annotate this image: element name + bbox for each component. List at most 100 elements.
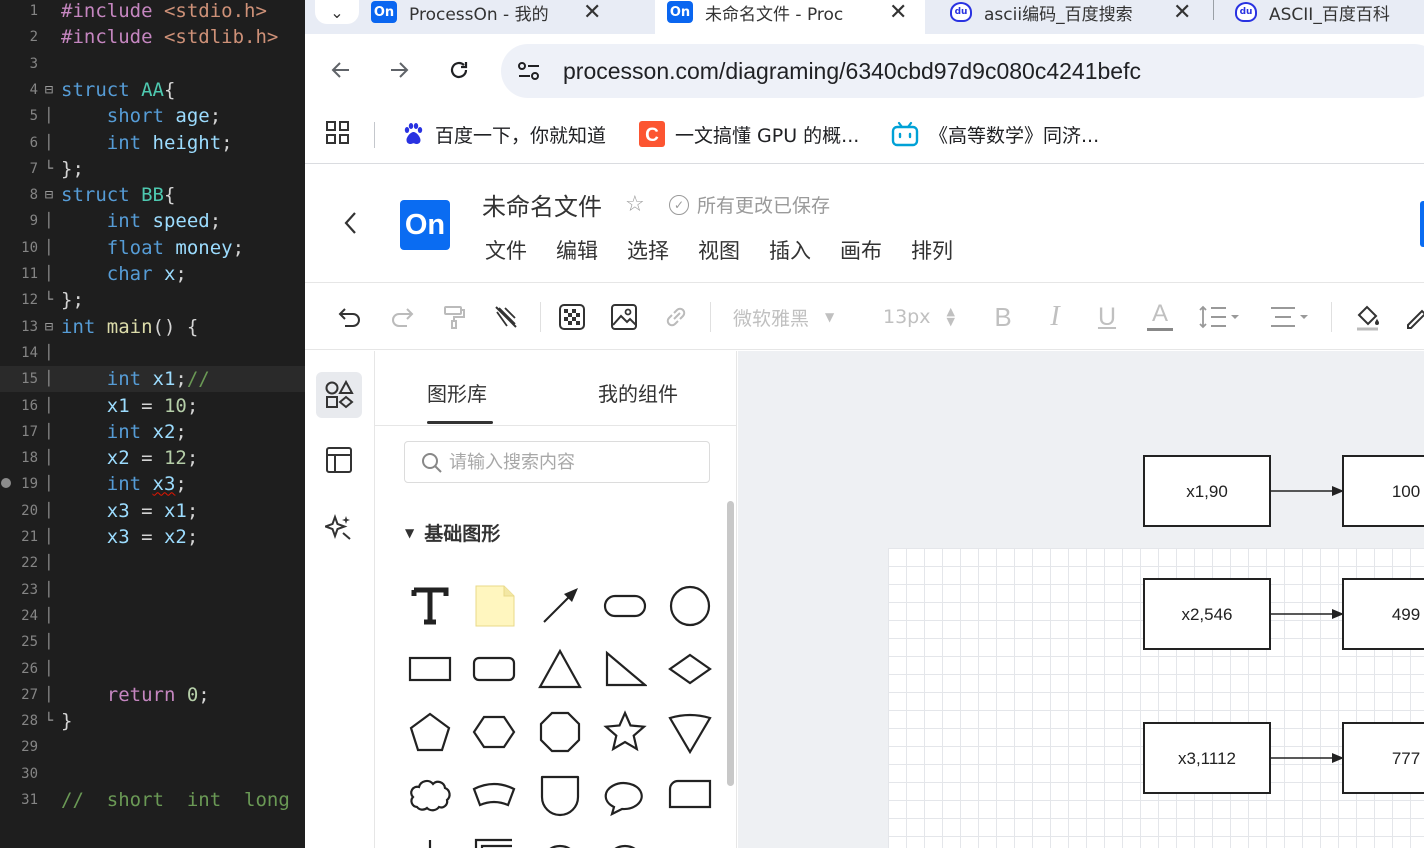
fold-marker-icon[interactable]: ⊟ bbox=[40, 314, 58, 340]
code-line[interactable]: 7 └}; bbox=[0, 156, 305, 182]
code-line[interactable]: 6 │ int height; bbox=[0, 130, 305, 156]
triangle-shape-icon[interactable] bbox=[535, 644, 585, 694]
code-line[interactable]: 3 bbox=[0, 51, 305, 77]
diagram-box[interactable]: 100 bbox=[1342, 455, 1424, 527]
bookmark-math-course[interactable]: 《高等数学》同济... bbox=[891, 120, 1099, 148]
code-line[interactable]: 27 │ return 0; bbox=[0, 682, 305, 708]
code-line[interactable]: 20 │ x3 = x1; bbox=[0, 498, 305, 524]
close-icon[interactable]: ✕ bbox=[1173, 0, 1191, 25]
tab-processon-home[interactable]: On ProcessOn - 我的 ✕ bbox=[371, 0, 641, 34]
tab-shape-library[interactable]: 图形库 bbox=[427, 378, 487, 407]
note-shape-icon[interactable] bbox=[469, 581, 519, 631]
breakpoint-dot[interactable] bbox=[1, 478, 11, 488]
tab-ascii-baike[interactable]: du ASCII_百度百科 bbox=[1235, 0, 1424, 34]
octagon-shape-icon[interactable] bbox=[535, 707, 585, 757]
format-painter-icon[interactable] bbox=[439, 301, 469, 333]
bookmark-baidu[interactable]: 百度一下，你就知道 bbox=[401, 120, 606, 148]
template-layout-icon[interactable] bbox=[316, 437, 362, 483]
code-line[interactable]: 22 │ bbox=[0, 550, 305, 576]
menu-select[interactable]: 选择 bbox=[627, 235, 669, 265]
pen-icon[interactable] bbox=[1403, 301, 1424, 333]
bold-icon[interactable]: B bbox=[989, 301, 1017, 333]
code-line[interactable]: 21 │ x3 = x2; bbox=[0, 524, 305, 550]
fold-marker-icon[interactable]: ⊟ bbox=[40, 77, 58, 103]
shape-search-box[interactable] bbox=[404, 441, 710, 483]
text-align-icon[interactable] bbox=[1267, 301, 1313, 333]
code-line[interactable]: 24 │ bbox=[0, 603, 305, 629]
speech-bubble-shape-icon[interactable] bbox=[600, 770, 650, 820]
menu-view[interactable]: 视图 bbox=[698, 235, 740, 265]
rounded-rectangle-shape-icon[interactable] bbox=[469, 644, 519, 694]
code-line[interactable]: 15 │ int x1;// bbox=[0, 366, 305, 393]
code-line[interactable]: 17 │ int x2; bbox=[0, 419, 305, 445]
cloud-shape-icon[interactable] bbox=[405, 770, 455, 820]
chevron-left-icon[interactable] bbox=[341, 209, 361, 244]
partial-shape-icon[interactable] bbox=[469, 831, 519, 848]
italic-icon[interactable]: I bbox=[1041, 301, 1069, 333]
line-spacing-icon[interactable] bbox=[1197, 301, 1243, 333]
tab-search-menu-icon[interactable]: ⌄ bbox=[315, 0, 359, 24]
menu-arrange[interactable]: 排列 bbox=[911, 235, 953, 265]
fill-pattern-icon[interactable] bbox=[557, 301, 587, 333]
circle-shape-icon[interactable] bbox=[665, 581, 715, 631]
code-line[interactable]: 1 #include <stdio.h> bbox=[0, 0, 305, 24]
font-color-icon[interactable]: A bbox=[1145, 301, 1175, 333]
clear-format-icon[interactable] bbox=[491, 301, 521, 333]
reload-icon[interactable] bbox=[443, 54, 475, 86]
diagram-box[interactable]: x1,90 bbox=[1143, 455, 1271, 527]
rounded-top-rect-shape-icon[interactable] bbox=[665, 770, 715, 820]
code-line[interactable]: 29 bbox=[0, 734, 305, 760]
processon-logo[interactable]: On bbox=[400, 200, 450, 250]
text-shape-icon[interactable] bbox=[405, 581, 455, 631]
diagram-box[interactable]: 499 bbox=[1342, 578, 1424, 650]
shape-library-icon[interactable] bbox=[316, 372, 362, 418]
menu-file[interactable]: 文件 bbox=[485, 235, 527, 265]
code-line[interactable]: 2 #include <stdlib.h> bbox=[0, 24, 305, 50]
tab-my-components[interactable]: 我的组件 bbox=[598, 378, 678, 407]
code-line[interactable]: 28 └} bbox=[0, 708, 305, 734]
partial-shape-icon[interactable] bbox=[535, 831, 585, 848]
code-line[interactable]: 18 │ x2 = 12; bbox=[0, 445, 305, 471]
right-triangle-shape-icon[interactable] bbox=[600, 644, 650, 694]
menu-edit[interactable]: 编辑 bbox=[556, 235, 598, 265]
document-title[interactable]: 未命名文件 bbox=[482, 187, 602, 222]
stepper-arrows-icon[interactable]: ▲ ▼ bbox=[946, 306, 954, 327]
menu-insert[interactable]: 插入 bbox=[769, 235, 811, 265]
redo-icon[interactable] bbox=[387, 301, 417, 333]
pentagon-shape-icon[interactable] bbox=[405, 707, 455, 757]
ai-sparkle-icon[interactable] bbox=[316, 504, 362, 550]
undo-icon[interactable] bbox=[335, 301, 365, 333]
inverted-triangle-shape-icon[interactable] bbox=[665, 707, 715, 757]
arrow-line-shape-icon[interactable] bbox=[535, 581, 585, 631]
font-size-stepper[interactable]: 13px ▲ ▼ bbox=[883, 301, 963, 333]
code-editor[interactable]: 1 #include <stdio.h> 2 #include <stdlib.h> 3… bbox=[0, 0, 305, 848]
code-line[interactable]: 9 │ int speed; bbox=[0, 208, 305, 234]
partial-shape-icon[interactable] bbox=[405, 831, 455, 848]
diamond-shape-icon[interactable] bbox=[665, 644, 715, 694]
menu-canvas[interactable]: 画布 bbox=[840, 235, 882, 265]
forward-arrow-icon[interactable] bbox=[383, 54, 415, 86]
hexagon-shape-icon[interactable] bbox=[469, 707, 519, 757]
diagram-box[interactable]: x2,546 bbox=[1143, 578, 1271, 650]
diagram-canvas[interactable]: x1,9010010x2,54649912x3,111277712 bbox=[738, 351, 1424, 848]
code-line[interactable]: 8 ⊟ struct BB{ bbox=[0, 182, 305, 208]
code-line[interactable]: 31 // short int long bbox=[0, 787, 305, 813]
link-icon[interactable] bbox=[661, 301, 691, 333]
partial-shape-icon[interactable] bbox=[600, 831, 650, 848]
code-line[interactable]: 4 ⊟ struct AA{ bbox=[0, 77, 305, 103]
code-line[interactable]: 11 │ char x; bbox=[0, 261, 305, 287]
diagram-box[interactable]: 777 bbox=[1342, 722, 1424, 794]
code-line[interactable]: 19 │ int x3; bbox=[0, 471, 305, 497]
tab-ascii-search[interactable]: du ascii编码_百度搜索 ✕ bbox=[950, 0, 1200, 34]
code-line[interactable]: 10 │ float money; bbox=[0, 235, 305, 261]
code-line[interactable]: 13 ⊟ int main() { bbox=[0, 314, 305, 340]
url-text[interactable]: processon.com/diagraming/6340cbd97d9c080… bbox=[563, 44, 1141, 98]
star-shape-icon[interactable] bbox=[600, 707, 650, 757]
share-button-edge[interactable] bbox=[1420, 201, 1424, 247]
teardrop-shape-icon[interactable] bbox=[535, 770, 585, 820]
apps-grid-icon[interactable] bbox=[325, 120, 351, 150]
code-line[interactable]: 12 └}; bbox=[0, 287, 305, 313]
bookmark-gpu-article[interactable]: C 一文搞懂 GPU 的概... bbox=[639, 120, 859, 148]
fold-marker-icon[interactable]: ⊟ bbox=[40, 182, 58, 208]
rectangle-shape-icon[interactable] bbox=[405, 644, 455, 694]
